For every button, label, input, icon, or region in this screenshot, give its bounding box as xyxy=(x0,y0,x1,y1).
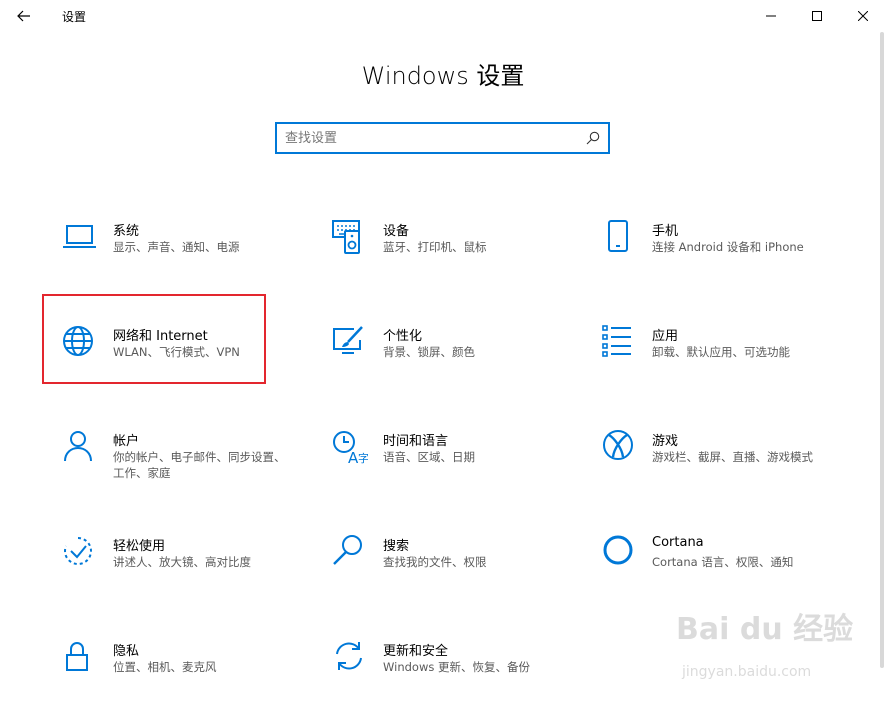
tile-phone[interactable]: 手机 连接 Android 设备和 iPhone xyxy=(601,220,831,292)
tile-gaming[interactable]: 游戏 游戏栏、截屏、直播、游戏模式 xyxy=(601,430,831,502)
xbox-icon xyxy=(603,430,633,460)
tile-description: 游戏栏、截屏、直播、游戏模式 xyxy=(652,450,813,464)
devices-icon xyxy=(332,220,360,254)
page-title: Windows 设置 xyxy=(361,62,525,90)
tile-description: Windows 更新、恢复、备份 xyxy=(383,660,530,674)
time-language-icon: A 字 xyxy=(333,431,368,466)
tile-label: 时间和语言 xyxy=(383,434,449,449)
maximize-button[interactable] xyxy=(794,0,840,32)
tile-label: 系统 xyxy=(113,224,140,239)
tile-system[interactable]: 系统 显示、声音、通知、电源 xyxy=(62,220,292,292)
tile-description: 背景、锁屏、颜色 xyxy=(383,345,475,359)
search-icon[interactable] xyxy=(586,131,600,145)
search-icon xyxy=(333,535,362,565)
close-icon xyxy=(858,11,868,21)
tile-label: 手机 xyxy=(652,224,679,239)
tile-description: 连接 Android 设备和 iPhone xyxy=(652,240,804,254)
tile-label: 隐私 xyxy=(113,644,140,659)
minimize-icon xyxy=(766,15,776,17)
title-bar: 设置 xyxy=(0,0,886,32)
close-button[interactable] xyxy=(840,0,886,32)
window-title: 设置 xyxy=(62,10,87,24)
tile-accounts[interactable]: 帐户 你的帐户、电子邮件、同步设置、工作、家庭 xyxy=(62,430,292,502)
laptop-icon xyxy=(63,225,96,248)
scrollbar[interactable] xyxy=(880,32,884,668)
search-box[interactable] xyxy=(275,122,610,154)
update-icon xyxy=(336,642,362,670)
search-input[interactable] xyxy=(285,128,575,148)
tile-label: Cortana xyxy=(652,535,704,550)
apps-list-icon xyxy=(602,325,631,357)
tile-time-language[interactable]: A 字 时间和语言 语音、区域、日期 xyxy=(332,430,562,502)
tile-label: 帐户 xyxy=(113,434,140,449)
tile-privacy[interactable]: 隐私 位置、相机、麦克风 xyxy=(62,640,292,706)
tile-description: 卸载、默认应用、可选功能 xyxy=(652,345,790,359)
tile-apps[interactable]: 应用 卸载、默认应用、可选功能 xyxy=(601,325,831,397)
phone-icon xyxy=(608,220,628,252)
minimize-button[interactable] xyxy=(748,0,794,32)
tile-ease-of-access[interactable]: 轻松使用 讲述人、放大镜、高对比度 xyxy=(62,535,292,607)
lock-icon xyxy=(66,642,88,671)
ease-of-access-icon xyxy=(64,537,92,565)
tile-personalization[interactable]: 个性化 背景、锁屏、颜色 xyxy=(332,325,562,397)
tile-description: Cortana 语言、权限、通知 xyxy=(652,555,794,569)
tile-devices[interactable]: 设备 蓝牙、打印机、鼠标 xyxy=(332,220,562,292)
tile-search[interactable]: 搜索 查找我的文件、权限 xyxy=(332,535,562,607)
tile-description: 语音、区域、日期 xyxy=(383,450,475,464)
tile-label: 设备 xyxy=(383,224,410,239)
tile-label: 更新和安全 xyxy=(383,644,449,659)
tile-description: 讲述人、放大镜、高对比度 xyxy=(113,555,251,569)
back-arrow-icon xyxy=(17,10,30,22)
tile-description: 你的帐户、电子邮件、同步设置、工作、家庭 xyxy=(113,450,286,480)
tile-label: 游戏 xyxy=(652,434,679,449)
tile-label: 应用 xyxy=(652,329,679,344)
tile-description: 查找我的文件、权限 xyxy=(383,555,487,569)
watermark-brand: Bai du 经验 xyxy=(676,612,854,647)
personalization-icon xyxy=(333,326,363,354)
tile-description: 蓝牙、打印机、鼠标 xyxy=(383,240,487,254)
cortana-icon xyxy=(603,535,633,565)
watermark-url: jingyan.baidu.com xyxy=(682,664,812,680)
tile-description: 位置、相机、麦克风 xyxy=(113,660,217,674)
svg-text:字: 字 xyxy=(358,451,368,465)
tile-label: 个性化 xyxy=(383,329,423,344)
tile-label: 搜索 xyxy=(383,539,410,554)
settings-window: 设置 Windows 设置 系统 显示、声音、通知、电源 xyxy=(0,0,886,706)
back-button[interactable] xyxy=(8,2,40,30)
tile-cortana[interactable]: Cortana Cortana 语言、权限、通知 xyxy=(601,535,831,607)
maximize-icon xyxy=(812,11,822,21)
person-icon xyxy=(64,431,92,462)
tile-update-security[interactable]: 更新和安全 Windows 更新、恢复、备份 xyxy=(332,640,562,706)
tile-label: 轻松使用 xyxy=(113,539,166,554)
baidu-watermark: Bai du 经验 jingyan.baidu.com xyxy=(676,604,876,694)
red-highlight-box xyxy=(42,294,266,384)
tile-description: 显示、声音、通知、电源 xyxy=(113,240,240,254)
